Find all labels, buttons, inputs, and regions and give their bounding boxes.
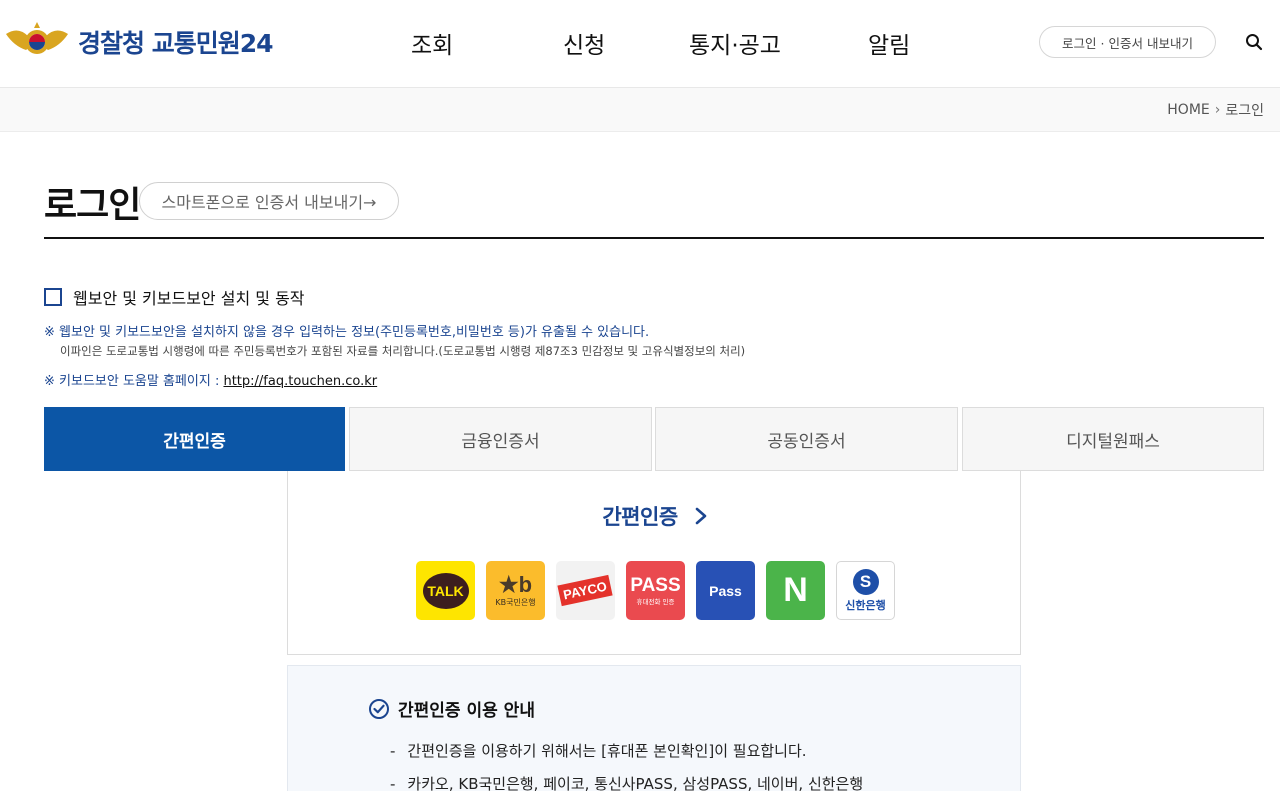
tab-financial-cert[interactable]: 금융인증서	[349, 407, 652, 471]
logo-text: 경찰청 교통민원24	[78, 29, 273, 58]
payco-button[interactable]: PAYCO	[556, 561, 615, 620]
login-export-button[interactable]: 로그인 · 인증서 내보내기	[1039, 26, 1216, 58]
security-checkbox-label: 웹보안 및 키보드보안 설치 및 동작	[73, 289, 305, 308]
pass-telecom-label: PASS	[630, 574, 681, 596]
breadcrumb-current: 로그인	[1225, 103, 1264, 119]
keyboard-help-prefix: ※ 키보드보안 도움말 홈페이지 :	[44, 374, 224, 389]
breadcrumb-home[interactable]: HOME	[1167, 102, 1209, 118]
samsung-pass-button[interactable]: Pass	[696, 561, 755, 620]
easy-auth-title: 간편인증	[602, 505, 678, 529]
nav-item-inquiry[interactable]: 조회	[411, 26, 453, 60]
list-item: 간편인증을 이용하기 위해서는 [휴대폰 본인확인]이 필요합니다.	[390, 740, 863, 761]
nav-item-alert[interactable]: 알림	[868, 26, 910, 60]
chevron-right-icon	[695, 507, 706, 525]
pass-telecom-sub: 휴대전화 인증	[636, 597, 675, 606]
auth-tabs: 간편인증 금융인증서 공동인증서 디지털원패스	[44, 407, 1264, 471]
breadcrumb-bar: HOME › 로그인	[0, 88, 1280, 132]
site-header: 경찰청 교통민원24 조회 신청 통지·공고 알림 로그인 · 인증서 내보내기	[0, 0, 1280, 88]
shinhan-label: 신한은행	[845, 598, 886, 612]
tab-easy-auth[interactable]: 간편인증	[44, 407, 345, 471]
page-title: 로그인	[44, 185, 141, 226]
search-icon[interactable]	[1244, 32, 1264, 52]
easy-auth-guide: 간편인증 이용 안내 간편인증을 이용하기 위해서는 [휴대폰 본인확인]이 필…	[287, 665, 1021, 791]
nav-item-notice[interactable]: 통지·공고	[689, 26, 781, 60]
kb-label: KB국민은행	[495, 598, 536, 607]
kakao-label: TALK	[427, 582, 464, 599]
guide-heading: 간편인증 이용 안내	[368, 696, 535, 721]
title-divider	[44, 237, 1264, 239]
naver-button[interactable]: N	[766, 561, 825, 620]
guide-title: 간편인증 이용 안내	[398, 701, 535, 721]
easy-auth-card: 간편인증 TALK ★b KB국민은행 PAYCO PASS 휴대전화 인증 P…	[287, 471, 1021, 655]
tab-joint-cert[interactable]: 공동인증서	[655, 407, 958, 471]
payco-logo-icon: PAYCO	[557, 574, 614, 607]
easy-auth-title-link[interactable]: 간편인증	[288, 501, 1022, 531]
auth-provider-list: TALK ★b KB국민은행 PAYCO PASS 휴대전화 인증 Pass N…	[416, 561, 895, 620]
privacy-note: 이파인은 도로교통법 시행령에 따른 주민등록번호가 포함된 자료를 처리합니다…	[60, 344, 746, 358]
list-item: 카카오, KB국민은행, 페이코, 통신사PASS, 삼성PASS, 네이버, …	[390, 773, 863, 791]
police-emblem-icon	[6, 22, 68, 54]
site-logo[interactable]: 경찰청 교통민원24	[4, 20, 273, 64]
shinhan-button[interactable]: S 신한은행	[836, 561, 895, 620]
payco-label: PAYCO	[562, 578, 609, 603]
naver-label: N	[783, 571, 808, 609]
export-cert-button[interactable]: 스마트폰으로 인증서 내보내기→	[139, 182, 399, 220]
kakao-talk-icon: TALK	[422, 572, 469, 609]
chevron-right-icon: ›	[1214, 102, 1221, 118]
kakao-button[interactable]: TALK	[416, 561, 475, 620]
guide-list: 간편인증을 이용하기 위해서는 [휴대폰 본인확인]이 필요합니다. 카카오, …	[390, 740, 863, 791]
keyboard-help-note: ※ 키보드보안 도움말 홈페이지 : http://faq.touchen.co…	[44, 370, 377, 389]
security-note: ※ 웹보안 및 키보드보안을 설치하지 않을 경우 입력하는 정보(주민등록번호…	[44, 325, 650, 340]
kb-star-icon: ★b	[498, 572, 533, 597]
check-circle-icon	[369, 698, 389, 719]
samsung-pass-label: Pass	[709, 582, 742, 599]
security-checkbox-row[interactable]: 웹보안 및 키보드보안 설치 및 동작	[44, 285, 305, 309]
kb-button[interactable]: ★b KB국민은행	[486, 561, 545, 620]
keyboard-help-link[interactable]: http://faq.touchen.co.kr	[223, 374, 377, 389]
shinhan-logo-icon: S	[852, 568, 879, 595]
breadcrumb: HOME › 로그인	[1167, 100, 1264, 120]
tab-digital-onepass[interactable]: 디지털원패스	[962, 407, 1264, 471]
security-checkbox[interactable]	[44, 288, 62, 306]
pass-telecom-button[interactable]: PASS 휴대전화 인증	[626, 561, 685, 620]
nav-item-apply[interactable]: 신청	[563, 26, 605, 60]
